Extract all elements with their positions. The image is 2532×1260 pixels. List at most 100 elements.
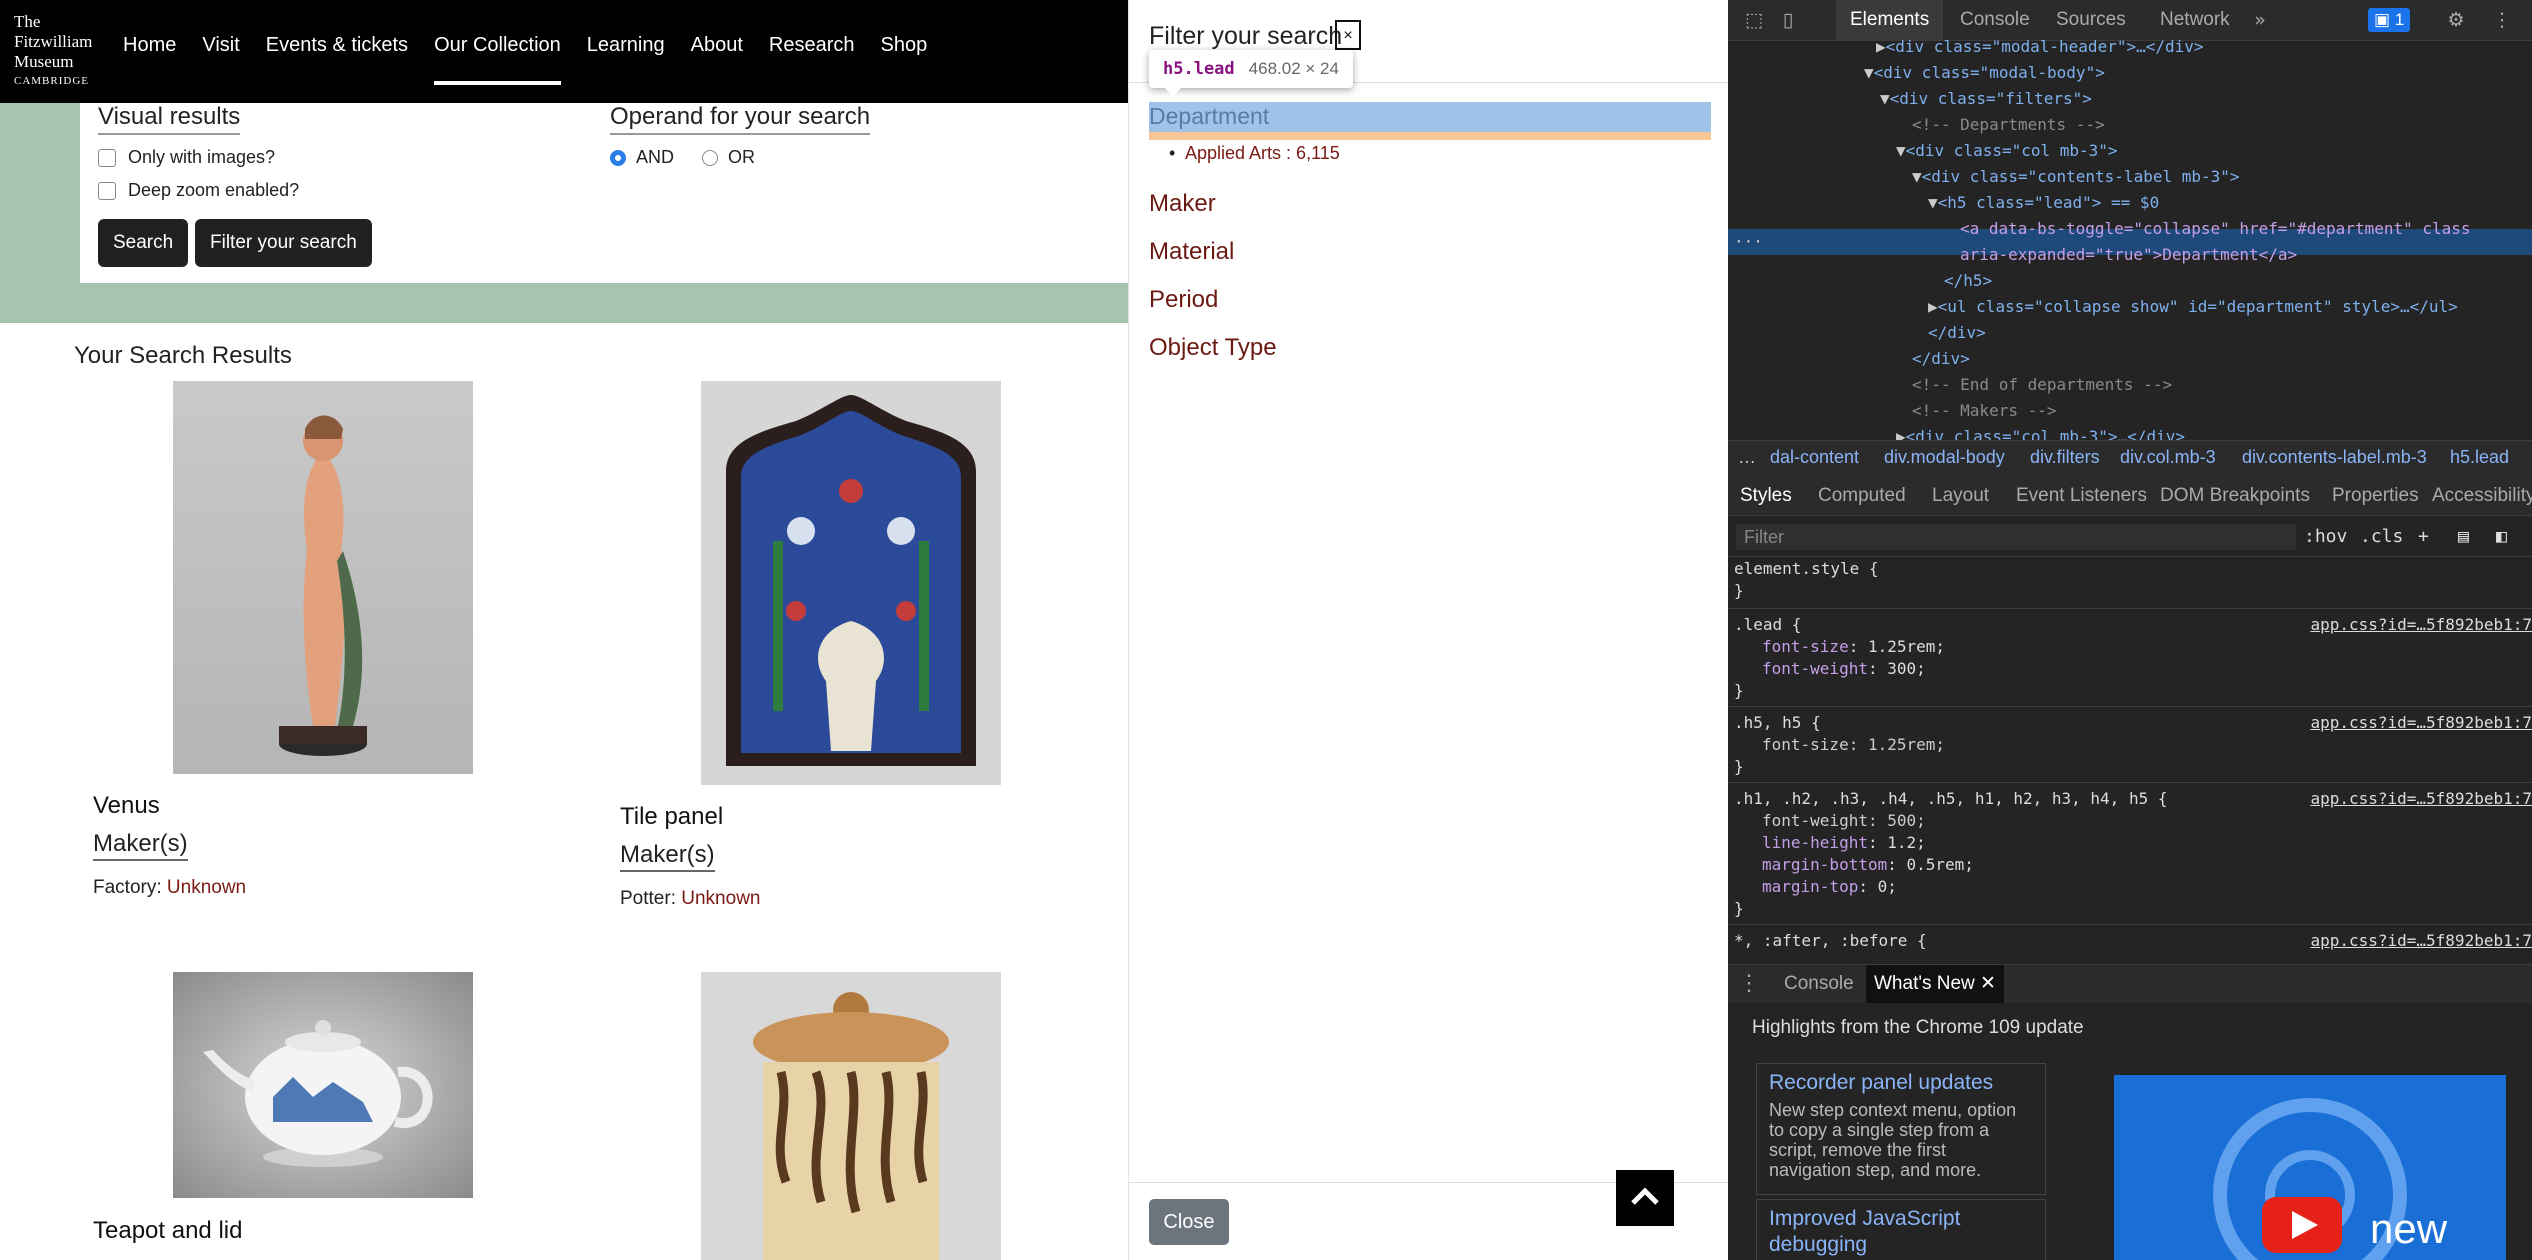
nav-research[interactable]: Research xyxy=(769,34,855,85)
dom-node[interactable]: </div> xyxy=(1912,346,1970,372)
whats-new-card[interactable]: Improved JavaScript debugging xyxy=(1756,1199,2046,1260)
modal-close-icon[interactable]: × xyxy=(1335,20,1361,50)
device-toolbar-icon[interactable]: ▯ xyxy=(1776,8,1800,32)
deep-zoom-checkbox[interactable]: Deep zoom enabled? xyxy=(98,180,299,201)
css-property-overridden[interactable]: font-weight: 500; xyxy=(1762,810,1926,832)
result-title[interactable]: Venus xyxy=(93,792,160,820)
result-title[interactable]: Teapot and lid xyxy=(93,1217,242,1245)
nav-about[interactable]: About xyxy=(691,34,743,85)
css-property[interactable]: font-size: 1.25rem; xyxy=(1762,636,1945,658)
hover-state-toggle[interactable]: :hov xyxy=(2304,526,2347,547)
drawer-tab-whats-new[interactable]: What's New ✕ xyxy=(1866,965,2004,1003)
breadcrumb-item[interactable]: div.contents-label.mb-3 xyxy=(2242,447,2427,468)
dom-node[interactable]: ▶<div class="modal-header">…</div> xyxy=(1876,34,2204,60)
inspect-element-icon[interactable]: ⬚ xyxy=(1742,8,1766,32)
nav-events[interactable]: Events & tickets xyxy=(266,34,408,85)
filter-material[interactable]: Material xyxy=(1149,238,1234,266)
new-rule-button[interactable]: + xyxy=(2418,526,2429,547)
paint-icon[interactable]: ▤ xyxy=(2458,526,2469,547)
css-property[interactable]: font-weight: 300; xyxy=(1762,658,1926,680)
headings-rule-selector[interactable]: .h1, .h2, .h3, .h4, .h5, h1, h2, h3, h4,… xyxy=(1734,788,2167,810)
css-property-overridden[interactable]: font-size: 1.25rem; xyxy=(1762,734,1945,756)
css-property[interactable]: margin-top: 0; xyxy=(1762,876,1897,898)
css-property[interactable]: line-height: 1.2; xyxy=(1762,832,1926,854)
card-title[interactable]: Recorder panel updates xyxy=(1769,1070,2033,1096)
dom-node[interactable]: aria-expanded="true">Department</a> xyxy=(1960,242,2297,268)
checkbox-box[interactable] xyxy=(98,148,116,167)
breadcrumb-item[interactable]: div.modal-body xyxy=(1884,447,2005,468)
filter-period[interactable]: Period xyxy=(1149,286,1218,314)
dom-comment[interactable]: <!-- Departments --> xyxy=(1912,112,2105,138)
universal-rule-selector[interactable]: *, :after, :before { xyxy=(1734,930,1927,952)
operand-or-radio[interactable]: OR xyxy=(702,147,755,168)
class-toggle[interactable]: .cls xyxy=(2360,526,2403,547)
tab-properties[interactable]: Properties xyxy=(2332,485,2419,507)
result-image-teapot[interactable] xyxy=(173,972,473,1198)
rule-source-link[interactable]: app.css?id=…5f892beb1:7 xyxy=(2310,788,2532,810)
role-value-link[interactable]: Unknown xyxy=(681,888,760,909)
modal-close-button[interactable]: Close xyxy=(1149,1199,1229,1245)
search-button[interactable]: Search xyxy=(98,219,189,267)
close-icon[interactable]: ✕ xyxy=(1980,973,1996,994)
tab-event-listeners[interactable]: Event Listeners xyxy=(2016,485,2147,507)
element-style-rule[interactable]: element.style { xyxy=(1734,558,1879,580)
tab-computed[interactable]: Computed xyxy=(1818,485,1906,507)
h5-rule-selector[interactable]: .h5, h5 { xyxy=(1734,712,1821,734)
dom-node[interactable]: ▼<div class="col mb-3"> xyxy=(1896,138,2118,164)
dom-node[interactable]: <a data-bs-toggle="collapse" href="#depa… xyxy=(1960,216,2471,242)
dom-node[interactable]: </h5> xyxy=(1944,268,1992,294)
tab-accessibility[interactable]: Accessibility xyxy=(2432,485,2532,507)
result-title[interactable]: Tile panel xyxy=(620,803,723,831)
dom-node[interactable]: ▼<div class="contents-label mb-3"> xyxy=(1912,164,2240,190)
breadcrumb-item[interactable]: div.filters xyxy=(2030,447,2100,468)
checkbox-box[interactable] xyxy=(98,181,116,200)
radio-button[interactable] xyxy=(702,149,718,166)
nav-visit[interactable]: Visit xyxy=(202,34,239,85)
tab-layout[interactable]: Layout xyxy=(1932,485,1989,507)
drawer-menu-icon[interactable]: ⋮ xyxy=(1738,970,1760,996)
css-property[interactable]: margin-bottom: 0.5rem; xyxy=(1762,854,1974,876)
breadcrumb-item[interactable]: div.col.mb-3 xyxy=(2120,447,2216,468)
filter-object-type[interactable]: Object Type xyxy=(1149,334,1277,362)
kebab-menu-icon[interactable]: ⋮ xyxy=(2490,8,2514,32)
department-option[interactable]: Applied Arts : 6,115 xyxy=(1169,143,1340,164)
node-ellipsis[interactable]: ··· xyxy=(1734,229,1763,255)
tab-styles[interactable]: Styles xyxy=(1740,485,1792,507)
more-tabs-icon[interactable]: » xyxy=(2248,8,2272,32)
dom-node-selected[interactable]: ▼<h5 class="lead"> == $0 xyxy=(1928,190,2159,216)
filter-your-search-button[interactable]: Filter your search xyxy=(195,219,372,267)
lead-rule-selector[interactable]: .lead { xyxy=(1734,614,1801,636)
rule-source-link[interactable]: app.css?id=…5f892beb1:7 xyxy=(2310,930,2532,952)
dom-node[interactable]: ▶<ul class="collapse show" id="departmen… xyxy=(1928,294,2458,320)
nav-shop[interactable]: Shop xyxy=(881,34,928,85)
only-images-checkbox[interactable]: Only with images? xyxy=(98,147,275,168)
result-image-venus[interactable] xyxy=(173,381,473,774)
breadcrumb-item[interactable]: … xyxy=(1738,447,1756,468)
whats-new-card[interactable]: Recorder panel updates New step context … xyxy=(1756,1063,2046,1195)
nav-home[interactable]: Home xyxy=(123,34,176,85)
rule-source-link[interactable]: app.css?id=…5f892beb1:7 xyxy=(2310,614,2532,636)
drawer-tab-console[interactable]: Console xyxy=(1784,973,1854,995)
scroll-to-top-button[interactable] xyxy=(1616,1170,1674,1226)
museum-logo[interactable]: The Fitzwilliam Museum CAMBRIDGE xyxy=(14,12,104,90)
maker-link[interactable]: Maker(s) xyxy=(93,830,188,861)
card-title[interactable]: Improved JavaScript debugging xyxy=(1769,1206,2033,1258)
issues-badge[interactable]: ▣ 1 xyxy=(2368,8,2411,32)
nav-learning[interactable]: Learning xyxy=(587,34,665,85)
dom-comment[interactable]: <!-- Makers --> xyxy=(1912,398,2057,424)
operand-and-radio[interactable]: AND xyxy=(610,147,674,168)
dom-node[interactable]: </div> xyxy=(1928,320,1986,346)
dom-node[interactable]: ▼<div class="modal-body"> xyxy=(1864,60,2105,86)
dom-comment[interactable]: <!-- End of departments --> xyxy=(1912,372,2172,398)
styles-filter-input[interactable]: Filter xyxy=(1736,524,2296,550)
result-image-tile-panel[interactable] xyxy=(701,381,1001,785)
whats-new-video[interactable]: new xyxy=(2114,1075,2506,1260)
rule-source-link[interactable]: app.css?id=…5f892beb1:7 xyxy=(2310,712,2532,734)
maker-link[interactable]: Maker(s) xyxy=(620,841,715,872)
breadcrumb-item[interactable]: dal-content xyxy=(1770,447,1859,468)
result-image-jar[interactable] xyxy=(701,972,1001,1260)
role-value-link[interactable]: Unknown xyxy=(167,877,246,898)
gear-icon[interactable]: ⚙ xyxy=(2444,8,2468,32)
tab-dom-breakpoints[interactable]: DOM Breakpoints xyxy=(2160,485,2310,507)
radio-button[interactable] xyxy=(610,149,626,166)
